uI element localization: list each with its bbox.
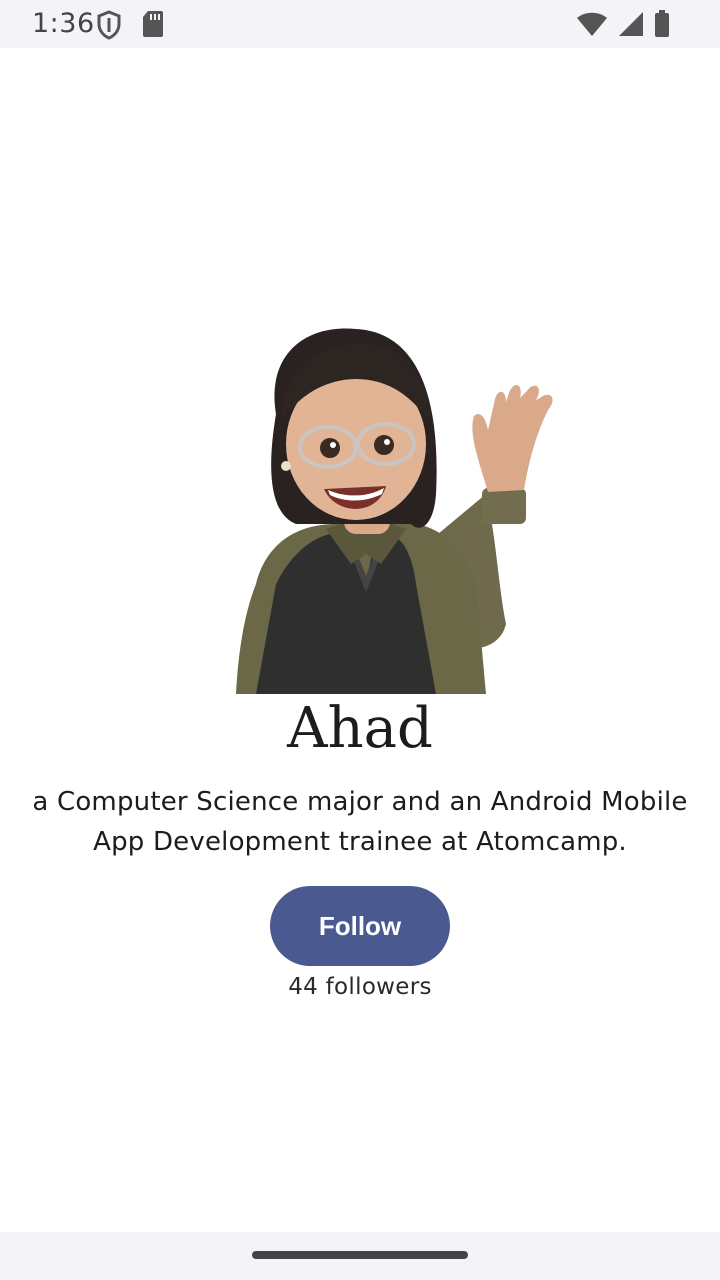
- status-time: 1:36: [32, 8, 95, 39]
- profile-name: Ahad: [287, 696, 433, 761]
- avatar: [236, 284, 566, 694]
- followers-count: 44 followers: [288, 974, 432, 1000]
- status-bar: 1:36: [0, 0, 720, 48]
- navigation-bar: [0, 1232, 720, 1280]
- shield-icon: [96, 10, 122, 45]
- sd-card-icon: [142, 10, 164, 43]
- home-gesture-handle[interactable]: [252, 1251, 468, 1259]
- profile-bio: a Computer Science major and an Android …: [32, 787, 688, 857]
- follow-button[interactable]: Follow: [270, 886, 450, 966]
- wifi-icon: [576, 11, 608, 42]
- battery-icon: [654, 10, 670, 43]
- signal-icon: [618, 11, 644, 42]
